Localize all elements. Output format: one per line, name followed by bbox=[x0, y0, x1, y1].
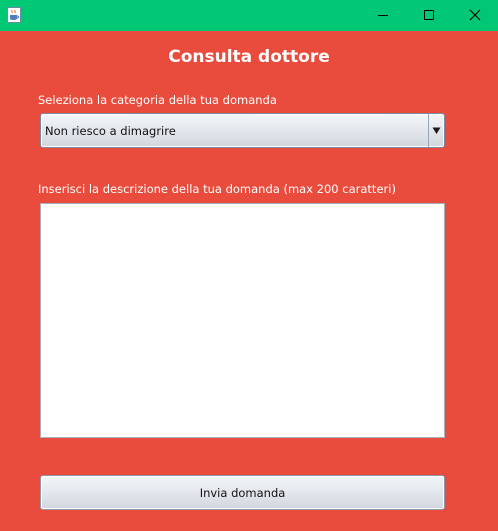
form-panel: Consulta dottore Seleziona la categoria … bbox=[0, 31, 498, 531]
close-button[interactable] bbox=[452, 0, 498, 31]
title-bar[interactable] bbox=[0, 0, 498, 31]
minimize-button[interactable] bbox=[360, 0, 406, 31]
dropdown-arrow-icon[interactable] bbox=[428, 114, 444, 147]
category-label: Seleziona la categoria della tua domanda bbox=[38, 93, 277, 107]
page-title: Consulta dottore bbox=[168, 47, 330, 67]
maximize-button[interactable] bbox=[406, 0, 452, 31]
maximize-icon bbox=[423, 6, 435, 25]
submit-question-button[interactable]: Invia domanda bbox=[40, 475, 445, 510]
close-icon bbox=[469, 6, 481, 25]
description-textarea[interactable] bbox=[40, 203, 445, 438]
category-select[interactable]: Non riesco a dimagrire bbox=[40, 113, 445, 148]
java-cup-icon bbox=[7, 7, 21, 23]
minimize-icon bbox=[377, 6, 389, 25]
category-selected-value: Non riesco a dimagrire bbox=[45, 124, 176, 138]
description-label: Inserisci la descrizione della tua doman… bbox=[38, 182, 396, 196]
